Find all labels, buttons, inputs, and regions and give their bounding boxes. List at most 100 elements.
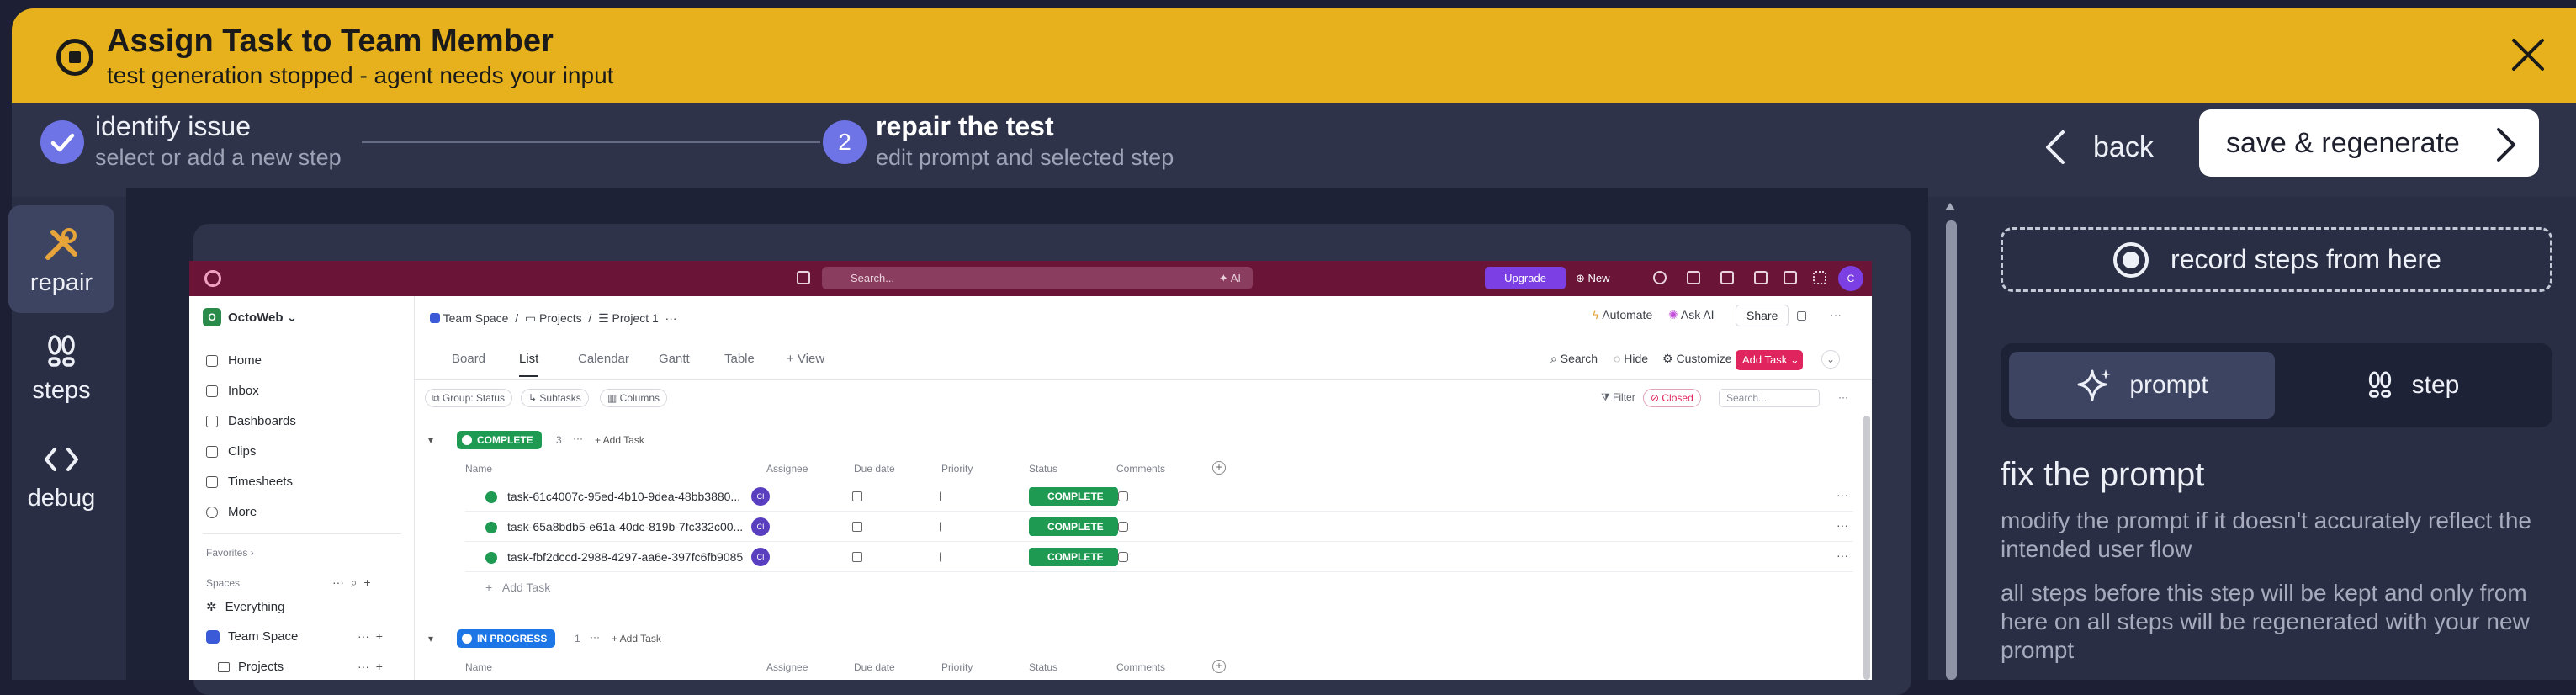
nav-clips[interactable]: Clips — [206, 444, 256, 459]
status-badge[interactable]: COMPLETE — [1029, 548, 1118, 566]
rail-item-repair[interactable]: repair — [8, 205, 114, 313]
nav-more[interactable]: More — [206, 505, 257, 519]
folder-projects[interactable]: Projects — [218, 660, 284, 674]
col-status[interactable]: Status — [1029, 463, 1057, 475]
customize-tool[interactable]: ⚙ Customize — [1662, 352, 1732, 366]
row-more-icon[interactable]: ··· — [1837, 518, 1848, 532]
upgrade-button[interactable]: Upgrade — [1485, 267, 1566, 289]
task-name[interactable]: task-61c4007c-95ed-4b10-9dea-48bb3880... — [507, 490, 740, 503]
calendar-icon[interactable] — [852, 522, 862, 532]
calendar-icon[interactable] — [797, 271, 810, 284]
col-status[interactable]: Status — [1029, 661, 1057, 673]
rail-item-steps[interactable]: steps — [8, 313, 114, 421]
assignee-avatar[interactable]: CI — [751, 487, 770, 506]
complete-status-icon[interactable] — [485, 522, 497, 533]
notepad-icon[interactable] — [1687, 271, 1700, 284]
col-name[interactable]: Name — [465, 661, 492, 673]
nav-home[interactable]: Home — [206, 353, 262, 368]
subtasks-pill[interactable]: ↳ Subtasks — [521, 389, 589, 407]
projects-tools[interactable]: ··· + — [358, 660, 383, 673]
workspace-name[interactable]: OctoWeb ⌄ — [228, 310, 297, 325]
col-assignee[interactable]: Assignee — [766, 463, 808, 475]
assignee-avatar[interactable]: CI — [751, 548, 770, 566]
tab-table[interactable]: Table — [724, 352, 755, 366]
step-tab[interactable]: step — [2278, 352, 2544, 419]
video-icon[interactable] — [1720, 271, 1734, 284]
collapse-toggle[interactable]: ⌄ — [1821, 350, 1840, 369]
add-task-row[interactable]: + Add Task — [485, 581, 550, 594]
ask-ai-button[interactable]: ✺ Ask AI — [1668, 308, 1715, 322]
complete-status-icon[interactable] — [485, 552, 497, 564]
add-task-button[interactable]: Add Task ⌄ — [1736, 350, 1803, 370]
col-due-date[interactable]: Due date — [854, 661, 895, 673]
add-column-icon[interactable]: + — [1212, 461, 1226, 475]
col-comments[interactable]: Comments — [1116, 463, 1165, 475]
preview-search[interactable]: Search... ✦ AI — [822, 267, 1253, 289]
user-avatar[interactable]: C — [1838, 266, 1863, 291]
columns-pill[interactable]: ▥ Columns — [600, 389, 668, 407]
col-priority[interactable]: Priority — [941, 463, 973, 475]
tab-add-view[interactable]: + View — [787, 352, 824, 366]
status-badge[interactable]: COMPLETE — [1029, 517, 1118, 536]
search-tool[interactable]: ⌕ Search — [1550, 352, 1598, 366]
apps-grid-icon[interactable] — [1813, 271, 1826, 284]
group-in-progress-badge[interactable]: IN PROGRESS — [457, 629, 556, 648]
more-options-icon[interactable]: ··· — [1830, 308, 1842, 321]
timer-icon[interactable] — [1754, 271, 1768, 284]
calendar-icon[interactable] — [852, 552, 862, 562]
close-icon[interactable] — [2505, 32, 2551, 77]
comment-icon[interactable] — [1118, 522, 1128, 532]
tab-gantt[interactable]: Gantt — [659, 352, 690, 366]
space-everything[interactable]: ✲ Everything — [206, 599, 284, 615]
group-status-pill[interactable]: ⧉ Group: Status — [425, 389, 512, 407]
comment-icon[interactable] — [1118, 552, 1128, 562]
favorites-header[interactable]: Favorites › — [206, 547, 254, 559]
col-priority[interactable]: Priority — [941, 661, 973, 673]
task-name[interactable]: task-fbf2dccd-2988-4297-aa6e-397fc6fb908… — [507, 550, 743, 564]
team-space-tools[interactable]: ··· + — [358, 629, 383, 643]
collapse-group-icon[interactable]: ▾ — [428, 434, 433, 446]
group-more-icon[interactable]: ··· — [573, 432, 583, 444]
list-scrollbar[interactable] — [1863, 416, 1870, 680]
space-team-space[interactable]: Team Space — [206, 629, 298, 644]
row-more-icon[interactable]: ··· — [1837, 488, 1848, 501]
flag-icon[interactable] — [940, 552, 950, 562]
group-more-icon[interactable]: ··· — [590, 631, 600, 643]
crumb-projects[interactable]: Projects — [539, 311, 582, 325]
group-add-task[interactable]: + Add Task — [612, 633, 661, 645]
record-steps-button[interactable]: record steps from here — [2001, 227, 2552, 292]
tab-list[interactable]: List — [519, 352, 539, 377]
table-row[interactable]: task-61c4007c-95ed-4b10-9dea-48bb3880...… — [465, 481, 1853, 512]
complete-status-icon[interactable] — [485, 491, 497, 503]
share-button[interactable]: Share — [1736, 305, 1789, 326]
chat-icon[interactable]: ▢ — [1796, 308, 1807, 322]
back-button[interactable]: back — [2044, 118, 2154, 177]
nav-dashboards[interactable]: Dashboards — [206, 414, 296, 428]
crumb-project-1[interactable]: Project 1 — [612, 311, 659, 325]
tab-board[interactable]: Board — [452, 352, 485, 366]
group-add-task[interactable]: + Add Task — [595, 434, 644, 446]
rail-item-debug[interactable]: debug — [8, 421, 114, 528]
table-row[interactable]: task-65a8bdb5-e61a-40dc-819b-7fc332c00..… — [465, 512, 1853, 542]
col-name[interactable]: Name — [465, 463, 492, 475]
group-complete-badge[interactable]: COMPLETE — [457, 431, 542, 449]
spaces-tools[interactable]: ··· ⌕ + — [332, 576, 371, 590]
canvas-scrollbar[interactable] — [1946, 220, 1957, 680]
crumb-team-space[interactable]: Team Space — [443, 311, 509, 325]
nav-inbox[interactable]: Inbox — [206, 384, 259, 398]
status-badge[interactable]: COMPLETE — [1029, 487, 1118, 506]
more-options-icon[interactable]: ··· — [1831, 389, 1855, 407]
table-row[interactable]: task-fbf2dccd-2988-4297-aa6e-397fc6fb908… — [465, 542, 1853, 572]
assignee-avatar[interactable]: CI — [751, 517, 770, 536]
tab-calendar[interactable]: Calendar — [578, 352, 629, 366]
ai-label[interactable]: ✦ AI — [1219, 267, 1241, 289]
document-icon[interactable] — [1784, 271, 1797, 284]
scroll-up-arrow[interactable] — [1943, 200, 1957, 212]
check-icon[interactable] — [1653, 271, 1667, 284]
filter-pill[interactable]: ⧩ Filter — [1594, 389, 1642, 407]
col-assignee[interactable]: Assignee — [766, 661, 808, 673]
new-button[interactable]: ⊕ New — [1576, 267, 1633, 289]
comment-icon[interactable] — [1118, 491, 1128, 501]
task-name[interactable]: task-65a8bdb5-e61a-40dc-819b-7fc332c00..… — [507, 520, 743, 533]
flag-icon[interactable] — [940, 491, 950, 501]
